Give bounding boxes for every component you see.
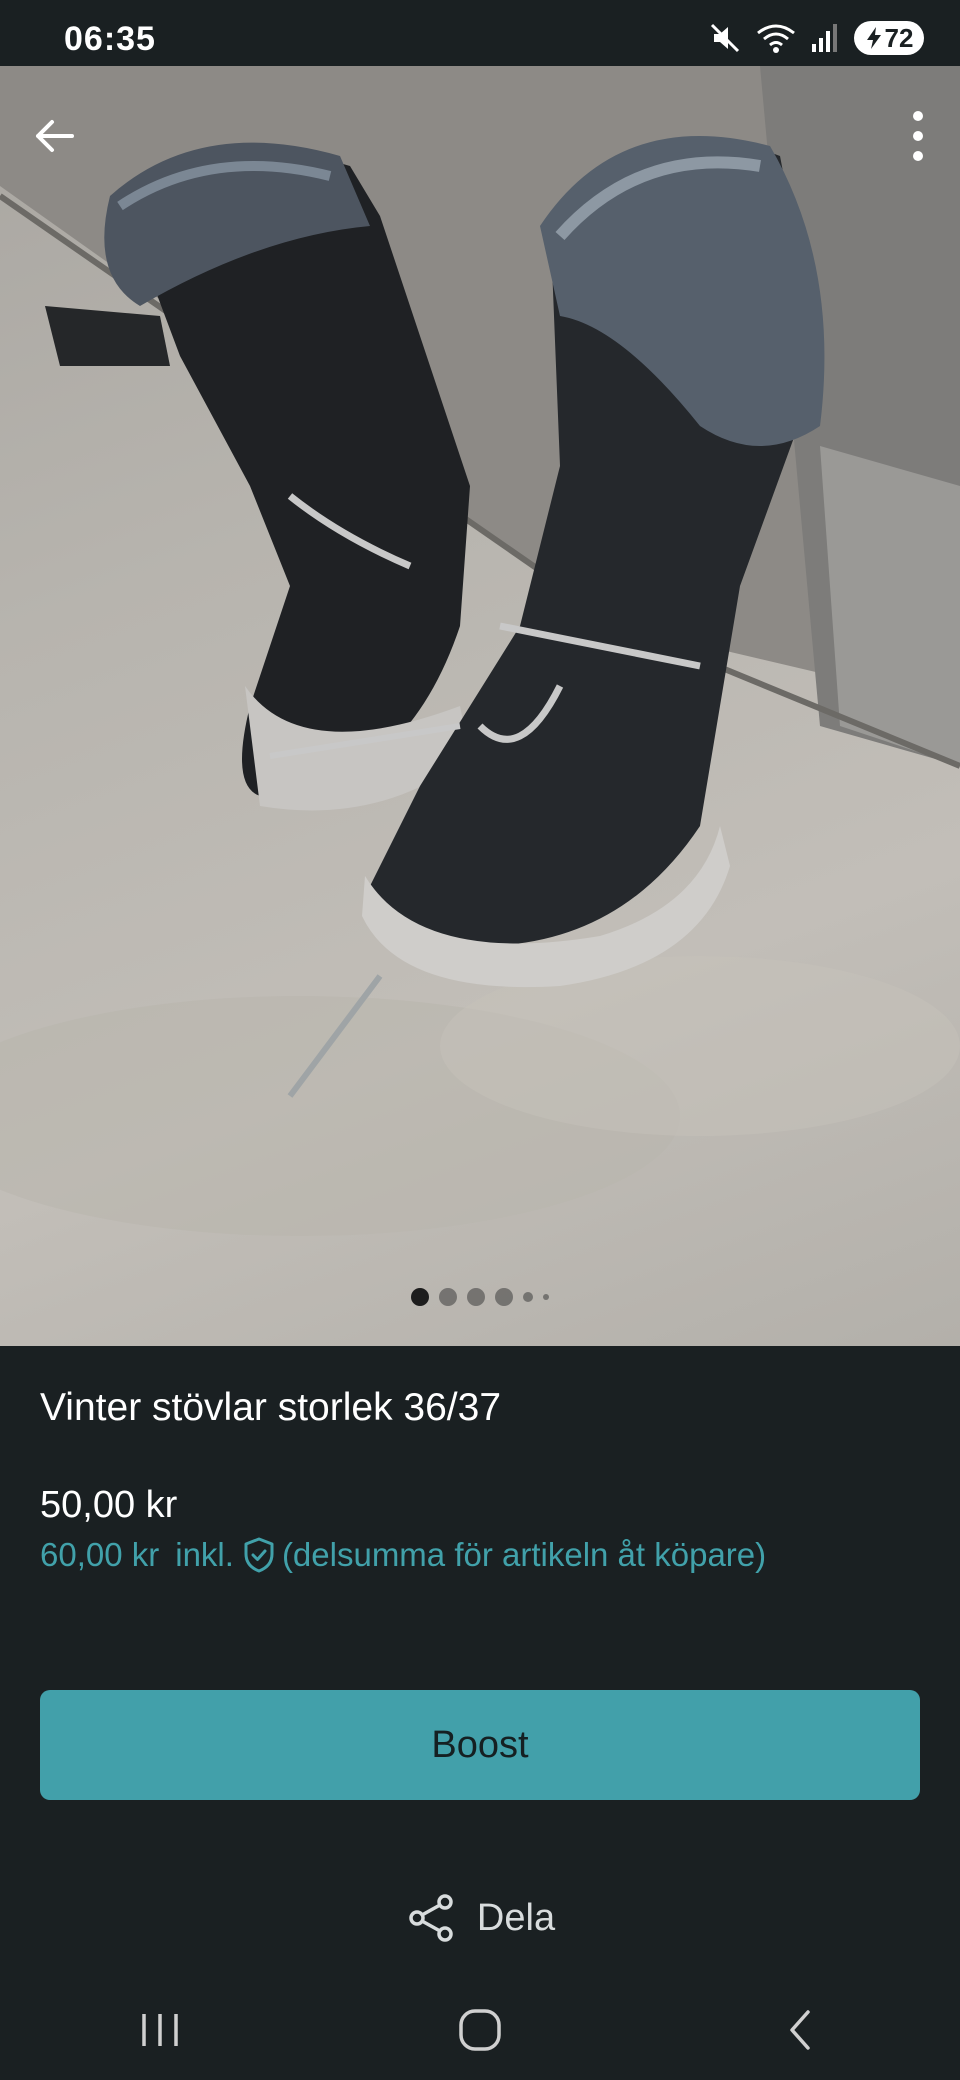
- home-icon: [459, 2009, 501, 2051]
- battery-icon: 72: [854, 21, 924, 55]
- listing-title: Vinter stövlar storlek 36/37: [40, 1386, 502, 1429]
- status-time: 06:35: [64, 20, 156, 58]
- pagination-dot-4[interactable]: [495, 1288, 513, 1306]
- chevron-left-icon: [790, 2010, 810, 2050]
- home-button[interactable]: [420, 1990, 540, 2070]
- mute-icon: [708, 21, 742, 55]
- price-including-protection[interactable]: 60,00 kr inkl. (delsumma för artikeln åt…: [40, 1536, 766, 1574]
- signal-icon: [810, 22, 840, 54]
- recent-apps-button[interactable]: [100, 1990, 220, 2070]
- system-back-button[interactable]: [740, 1990, 860, 2070]
- listing-price: 50,00 kr: [40, 1484, 178, 1526]
- gallery-pagination[interactable]: [0, 1288, 960, 1306]
- status-bar: 06:35 72: [0, 0, 960, 66]
- status-icons: 72: [708, 18, 924, 58]
- pagination-dot-3[interactable]: [467, 1288, 485, 1306]
- share-button[interactable]: Dela: [0, 1888, 960, 1948]
- arrow-left-icon: [36, 120, 74, 152]
- boost-button[interactable]: Boost: [40, 1690, 920, 1800]
- more-vertical-icon: [913, 111, 923, 161]
- pagination-dot-5[interactable]: [523, 1292, 533, 1302]
- pagination-dot-2[interactable]: [439, 1288, 457, 1306]
- back-button[interactable]: [26, 108, 82, 164]
- boots-image: [0, 66, 960, 1236]
- battery-level: 72: [884, 22, 914, 53]
- price-incl-amount: 60,00 kr: [40, 1536, 160, 1573]
- share-label: Dela: [476, 1896, 556, 1939]
- pagination-dot-6[interactable]: [543, 1294, 549, 1300]
- share-icon: [409, 1894, 453, 1942]
- shield-check-icon: [244, 1537, 274, 1573]
- price-incl-label: inkl.: [175, 1536, 234, 1573]
- price-incl-note: (delsumma för artikeln åt köpare): [281, 1536, 767, 1573]
- recent-apps-icon: [142, 2014, 178, 2046]
- wifi-icon: [756, 21, 796, 55]
- system-navigation-bar: [0, 1980, 960, 2080]
- product-photo[interactable]: [0, 66, 960, 1346]
- pagination-dot-1[interactable]: [411, 1288, 429, 1306]
- more-options-button[interactable]: [890, 106, 946, 166]
